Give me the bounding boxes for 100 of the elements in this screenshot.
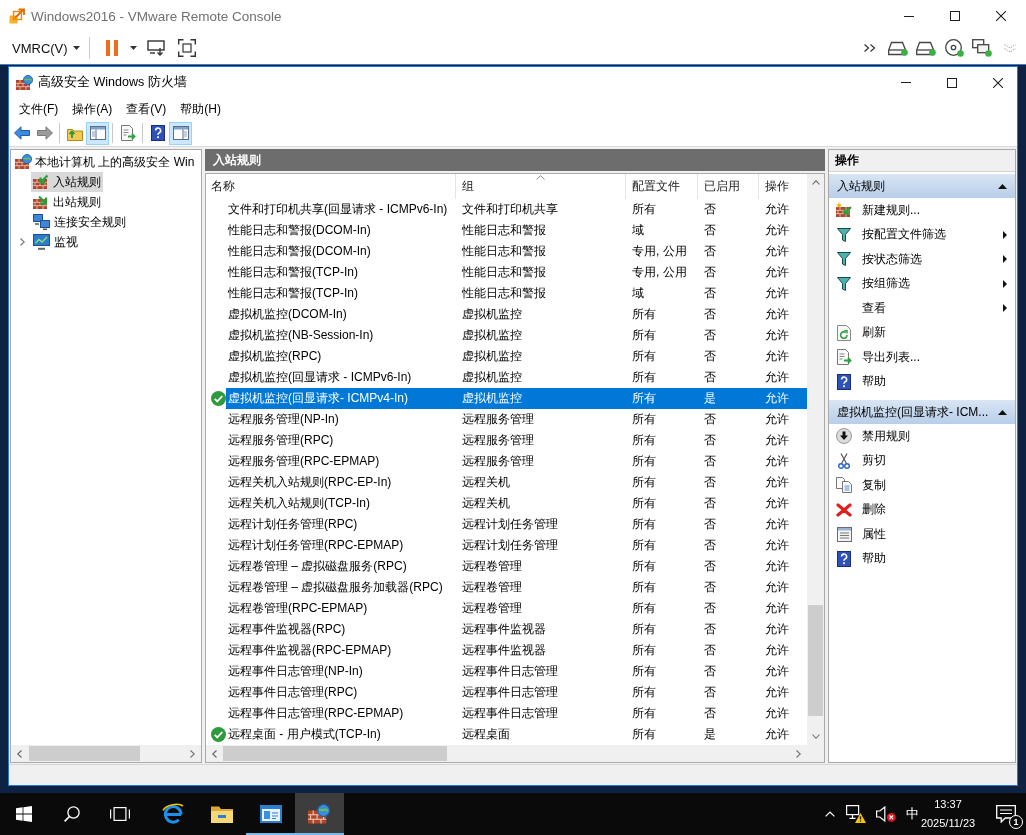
table-cell-text: 所有 (631, 201, 657, 218)
table-cell-text: 远程计划任务管理 (461, 537, 559, 554)
column-header[interactable]: 配置文件 (626, 174, 698, 199)
table-row[interactable]: 远程卷管理 – 虚拟磁盘服务(RPC) 远程卷管理 所有 否 允许 (226, 556, 807, 577)
action-item[interactable]: 查看 (829, 296, 1015, 321)
search-icon (64, 806, 80, 822)
action-item[interactable]: 禁用规则 (829, 424, 1015, 449)
table-row[interactable]: 虚拟机监控(RPC) 虚拟机监控 所有 否 允许 (226, 346, 807, 367)
table-row[interactable]: 性能日志和警报(DCOM-In) 性能日志和警报 域 否 允许 (226, 220, 807, 241)
scrollbar-thumb[interactable] (29, 746, 140, 761)
action-item[interactable]: 按组筛选 (829, 271, 1015, 296)
menu-item[interactable]: 帮助(H) (173, 99, 228, 119)
table-cell-text: 允许 (764, 474, 790, 491)
table-row[interactable]: 远程服务管理(NP-In) 远程服务管理 所有 否 允许 (226, 409, 807, 430)
scroll-left-icon[interactable] (17, 749, 22, 758)
table-cell-text: 性能日志和警报 (461, 264, 547, 281)
table-cell-text: 否 (703, 621, 717, 638)
table-cell-text: 否 (703, 495, 717, 512)
table-row[interactable]: 远程计划任务管理(RPC-EPMAP) 远程计划任务管理 所有 否 允许 (226, 535, 807, 556)
table-cell-text: 远程关机 (461, 474, 511, 491)
window-pane-icon (89, 126, 106, 140)
table-row[interactable]: 虚拟机监控(回显请求- ICMPv4-In) 虚拟机监控 所有 是 允许 (226, 388, 807, 409)
table-row[interactable]: 远程服务管理(RPC) 远程服务管理 所有 否 允许 (226, 430, 807, 451)
action-item[interactable]: 剪切 (829, 448, 1015, 473)
tree-toggle-button[interactable] (86, 121, 109, 145)
horizontal-scrollbar[interactable] (206, 745, 807, 762)
table-row[interactable]: 虚拟机监控(回显请求 - ICMPv6-In) 虚拟机监控 所有 否 允许 (226, 367, 807, 388)
action-item[interactable]: 帮助 (829, 369, 1015, 394)
table-row[interactable]: 文件和打印机共享(回显请求 - ICMPv6-In) 文件和打印机共享 所有 否 允许 (226, 199, 807, 220)
scroll-up-icon[interactable] (811, 180, 820, 185)
scroll-left-icon[interactable] (212, 749, 217, 758)
action-item[interactable]: 删除 (829, 497, 1015, 522)
table-cell-text: 否 (703, 579, 717, 596)
table-row[interactable]: 远程关机入站规则(RPC-EP-In) 远程关机 所有 否 允许 (226, 472, 807, 493)
table-cell-text: 所有 (631, 516, 657, 533)
table-cell-text: 性能日志和警报 (461, 243, 547, 260)
table-row[interactable]: 远程事件日志管理(NP-In) 远程事件日志管理 所有 否 允许 (226, 661, 807, 682)
scroll-down-icon[interactable] (811, 734, 820, 739)
double-chevron-down-icon (1004, 43, 1016, 53)
tree-item[interactable]: 出站规则 (31, 192, 103, 212)
table-cell-text: 允许 (764, 264, 790, 281)
section-header[interactable]: 入站规则 (829, 174, 1015, 198)
table-cell-text: 所有 (631, 495, 657, 512)
input-method-button[interactable]: 中 (902, 793, 922, 835)
tree-item[interactable]: 入站规则 (31, 172, 103, 192)
scrollbar-thumb[interactable] (223, 746, 447, 761)
table-row[interactable]: 性能日志和警报(TCP-In) 性能日志和警报 专用, 公用 否 允许 (226, 262, 807, 283)
table-row[interactable]: 远程事件监视器(RPC) 远程事件监视器 所有 否 允许 (226, 619, 807, 640)
chevron-right-icon[interactable] (19, 238, 25, 246)
vertical-scrollbar[interactable] (807, 174, 824, 745)
table-cell-text: 是 (703, 390, 717, 407)
action-item[interactable]: 按状态筛选 (829, 247, 1015, 272)
table-row[interactable]: 性能日志和警报(TCP-In) 性能日志和警报 域 否 允许 (226, 283, 807, 304)
action-item[interactable]: 帮助 (829, 546, 1015, 571)
column-header[interactable]: 已启用 (698, 174, 759, 199)
table-row[interactable]: 远程桌面 - 用户模式(TCP-In) 远程桌面 所有 是 允许 (226, 724, 807, 745)
table-row[interactable]: 远程卷管理 – 虚拟磁盘服务加载器(RPC) 远程卷管理 所有 否 允许 (226, 577, 807, 598)
table-cell-text: 远程卷管理 – 虚拟磁盘服务(RPC) (227, 558, 408, 575)
column-header[interactable]: 操作 (759, 174, 807, 199)
export-list-icon (119, 125, 136, 141)
maximize-icon (950, 11, 960, 21)
action-item[interactable]: 刷新 (829, 320, 1015, 345)
folder-icon (210, 805, 233, 823)
section-header[interactable]: 虚拟机监控(回显请求- ICM... (829, 400, 1015, 424)
table-row[interactable]: 远程卷管理(RPC-EPMAP) 远程卷管理 所有 否 允许 (226, 598, 807, 619)
action-item[interactable]: 新建规则... (829, 198, 1015, 223)
column-header[interactable]: 名称 (206, 174, 456, 199)
tree-item[interactable]: 监视 (31, 232, 80, 252)
table-cell-text: 允许 (764, 516, 790, 533)
scroll-right-icon[interactable] (796, 749, 801, 758)
table-cell-text: 远程服务管理 (461, 411, 535, 428)
table-row[interactable]: 远程服务管理(RPC-EPMAP) 远程服务管理 所有 否 允许 (226, 451, 807, 472)
notification-button[interactable]: 1 (986, 793, 1026, 835)
table-row[interactable]: 远程事件日志管理(RPC-EPMAP) 远程事件日志管理 所有 否 允许 (226, 703, 807, 724)
menu-item[interactable]: 文件(F) (12, 99, 66, 119)
action-item[interactable]: 按配置文件筛选 (829, 222, 1015, 247)
table-row[interactable]: 远程关机入站规则(TCP-In) 远程关机 所有 否 允许 (226, 493, 807, 514)
table-row[interactable]: 远程事件监视器(RPC-EPMAP) 远程事件监视器 所有 否 允许 (226, 640, 807, 661)
scroll-right-icon[interactable] (190, 749, 195, 758)
action-pane-button[interactable] (169, 121, 192, 145)
menu-item[interactable]: 查看(V) (119, 99, 174, 119)
menu-item[interactable]: 操作(A) (65, 99, 120, 119)
table-row[interactable]: 虚拟机监控(NB-Session-In) 虚拟机监控 所有 否 允许 (226, 325, 807, 346)
table-cell-text: 否 (703, 453, 717, 470)
table-cell-text: 允许 (764, 453, 790, 470)
action-item[interactable]: 属性 (829, 522, 1015, 547)
table-row[interactable]: 性能日志和警报(DCOM-In) 性能日志和警报 专用, 公用 否 允许 (226, 241, 807, 262)
scrollbar-thumb[interactable] (808, 605, 823, 716)
table-row[interactable]: 虚拟机监控(DCOM-In) 虚拟机监控 所有 否 允许 (226, 304, 807, 325)
vmrc-menu-button[interactable]: VMRC(V) (6, 35, 86, 61)
horizontal-scrollbar[interactable] (11, 745, 201, 762)
table-cell-text: 否 (703, 327, 717, 344)
tree-item[interactable]: 本地计算机 上的高级安全 Win (13, 152, 197, 172)
table-cell-text: 性能日志和警报 (461, 222, 547, 239)
action-item[interactable]: 导出列表... (829, 345, 1015, 370)
table-row[interactable]: 远程计划任务管理(RPC) 远程计划任务管理 所有 否 允许 (226, 514, 807, 535)
tree-item[interactable]: 连接安全规则 (31, 212, 128, 232)
action-item[interactable]: 复制 (829, 473, 1015, 498)
column-header[interactable]: 组 (456, 174, 626, 199)
table-row[interactable]: 远程事件日志管理(RPC) 远程事件日志管理 所有 否 允许 (226, 682, 807, 703)
